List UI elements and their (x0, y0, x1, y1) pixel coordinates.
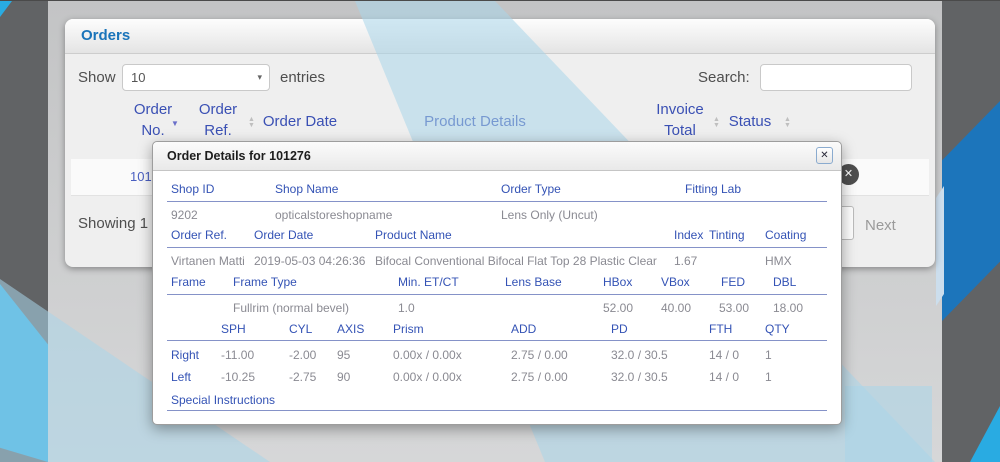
hbox-header: HBox (603, 275, 632, 289)
sort-both-icon[interactable]: ▲ ▼ (713, 117, 720, 129)
pagination-next-button[interactable]: Next (865, 217, 896, 234)
hbox-value: 52.00 (603, 301, 633, 315)
axis-header: AXIS (337, 322, 364, 336)
orders-panel-header: Orders (65, 19, 935, 54)
coating-header: Coating (765, 228, 806, 242)
right-cyl: -2.00 (289, 348, 316, 362)
order-ref-header: Order Ref. (171, 228, 227, 242)
lens-base-header: Lens Base (505, 275, 562, 289)
add-header: ADD (511, 322, 536, 336)
rx-left-label: Left (171, 370, 191, 384)
pd-header: PD (611, 322, 628, 336)
divider (167, 201, 827, 202)
shop-name-value: opticalstoreshopname (275, 208, 392, 222)
divider (167, 410, 827, 411)
right-light-sliver (936, 186, 944, 306)
table-info: Showing 1 (78, 215, 148, 232)
qty-header: QTY (765, 322, 790, 336)
left-add: 2.75 / 0.00 (511, 370, 568, 384)
divider (167, 247, 827, 248)
chevron-down-icon: ▾ (257, 65, 262, 90)
divider (167, 340, 827, 341)
right-add: 2.75 / 0.00 (511, 348, 568, 362)
right-sph: -11.00 (221, 348, 254, 362)
sph-header: SPH (221, 322, 246, 336)
order-date-value: 2019-05-03 04:26:36 (254, 254, 365, 268)
fitting-lab-header: Fitting Lab (685, 182, 741, 196)
fed-header: FED (721, 275, 745, 289)
close-icon[interactable]: ✕ (816, 147, 833, 164)
min-etct-header: Min. ET/CT (398, 275, 459, 289)
tinting-header: Tinting (709, 228, 745, 242)
index-header: Index (674, 228, 703, 242)
order-date-header: Order Date (254, 228, 313, 242)
modal-title: Order Details for 101276 (167, 149, 311, 163)
order-type-value: Lens Only (Uncut) (501, 208, 598, 222)
vbox-header: VBox (661, 275, 690, 289)
right-pd: 32.0 / 30.5 (611, 348, 668, 362)
sort-both-icon[interactable]: ▲ ▼ (784, 117, 791, 129)
divider (167, 294, 827, 295)
vbox-value: 40.00 (661, 301, 691, 315)
right-fth: 14 / 0 (709, 348, 739, 362)
shop-id-value: 9202 (171, 208, 198, 222)
left-sph: -10.25 (221, 370, 255, 384)
sort-both-icon[interactable]: ▲ ▼ (248, 117, 255, 129)
left-qty: 1 (765, 370, 772, 384)
index-value: 1.67 (674, 254, 697, 268)
right-qty: 1 (765, 348, 772, 362)
entries-label: entries (280, 69, 325, 86)
left-pd: 32.0 / 30.5 (611, 370, 668, 384)
fed-value: 53.00 (719, 301, 749, 315)
column-header-product-details[interactable]: Product Details (420, 111, 530, 132)
right-prism: 0.00x / 0.00x (393, 348, 462, 362)
page-size-value: 10 (131, 70, 145, 85)
bottomright-block-overlay (845, 386, 932, 462)
left-cyl: -2.75 (289, 370, 316, 384)
order-ref-value: Virtanen Matti (171, 254, 245, 268)
order-type-header: Order Type (501, 182, 561, 196)
left-prism: 0.00x / 0.00x (393, 370, 462, 384)
screen: Orders Show 10 ▾ entries Search: Order N… (0, 0, 1000, 462)
modal-header[interactable]: Order Details for 101276 ✕ (153, 142, 841, 171)
prism-header: Prism (393, 322, 424, 336)
right-axis: 95 (337, 348, 350, 362)
page-title: Orders (81, 27, 130, 44)
fth-header: FTH (709, 322, 732, 336)
search-input[interactable] (760, 64, 912, 91)
column-header-order-ref[interactable]: Order Ref. (190, 99, 246, 141)
order-details-modal: Order Details for 101276 ✕ Shop ID Shop … (152, 141, 842, 425)
left-axis: 90 (337, 370, 350, 384)
rx-right-label: Right (171, 348, 199, 362)
sort-desc-icon[interactable]: ▼ (171, 119, 179, 128)
dbl-value: 18.00 (773, 301, 803, 315)
min-etct-value: 1.0 (398, 301, 415, 315)
column-header-status[interactable]: Status (725, 111, 775, 132)
search-label: Search: (698, 69, 750, 86)
frame-type-value: Fullrim (normal bevel) (233, 301, 349, 315)
product-name-header: Product Name (375, 228, 452, 242)
column-header-order-date[interactable]: Order Date (260, 111, 340, 132)
page-size-select[interactable]: 10 ▾ (122, 64, 270, 91)
shop-name-header: Shop Name (275, 182, 338, 196)
column-header-invoice-total[interactable]: Invoice Total (650, 99, 710, 141)
product-name-value: Bifocal Conventional Bifocal Flat Top 28… (375, 254, 657, 268)
cyl-header: CYL (289, 322, 312, 336)
shop-id-header: Shop ID (171, 182, 214, 196)
frame-header: Frame (171, 275, 206, 289)
special-instructions-header: Special Instructions (171, 393, 275, 407)
frame-type-header: Frame Type (233, 275, 297, 289)
left-fth: 14 / 0 (709, 370, 739, 384)
dbl-header: DBL (773, 275, 796, 289)
coating-value: HMX (765, 254, 792, 268)
show-label: Show (78, 69, 116, 86)
